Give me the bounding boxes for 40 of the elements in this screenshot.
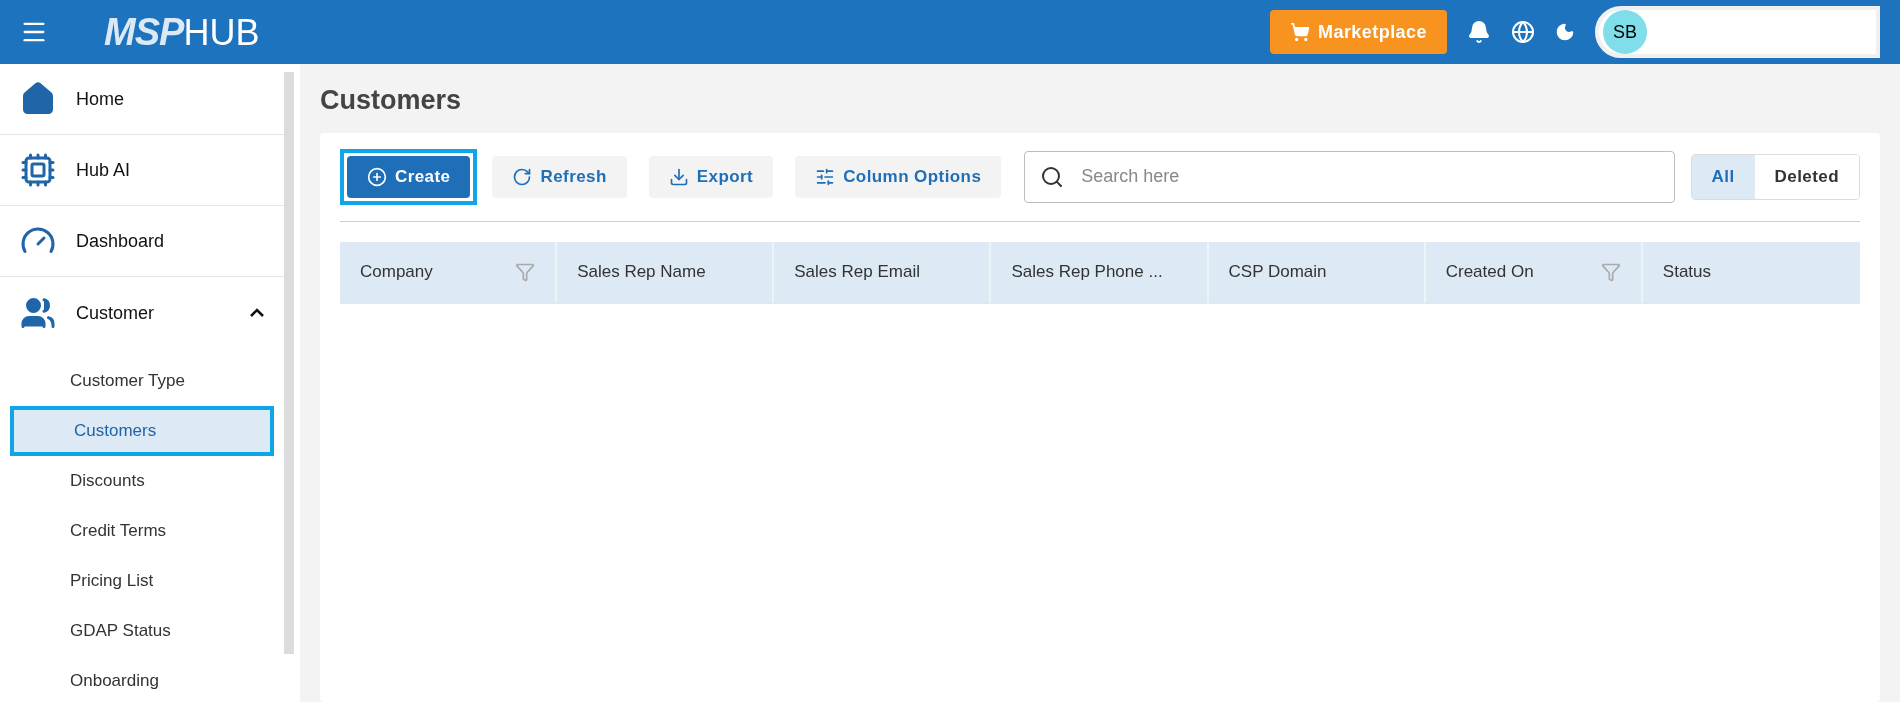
sidebar-item[interactable]: Customer bbox=[0, 277, 284, 348]
chevron-up-icon bbox=[250, 308, 264, 317]
sidebar-subitem[interactable]: Onboarding bbox=[10, 656, 274, 702]
export-button[interactable]: Export bbox=[648, 155, 774, 198]
refresh-icon bbox=[512, 166, 533, 187]
download-icon bbox=[668, 166, 689, 187]
avatar: SB bbox=[1603, 10, 1647, 54]
user-menu[interactable]: SB bbox=[1595, 6, 1880, 58]
column-header[interactable]: CSP Domain bbox=[1228, 259, 1327, 285]
column-header[interactable]: Sales Rep Email bbox=[794, 259, 920, 285]
bell-icon[interactable] bbox=[1467, 20, 1491, 44]
create-button[interactable]: Create bbox=[347, 155, 471, 198]
chip-icon bbox=[20, 152, 56, 188]
sidebar-item[interactable]: Home bbox=[0, 64, 284, 135]
column-header[interactable]: Sales Rep Phone ... bbox=[1011, 259, 1163, 285]
column-header[interactable]: Created On bbox=[1445, 259, 1534, 285]
sidebar-subitem[interactable]: Pricing List bbox=[10, 556, 274, 606]
column-options-button[interactable]: Column Options bbox=[795, 155, 1002, 198]
search-field[interactable]: Search here bbox=[1024, 150, 1675, 203]
column-header[interactable]: Status bbox=[1662, 259, 1712, 285]
sidebar-subitem[interactable]: Customer Type bbox=[10, 356, 274, 406]
filter-tab[interactable]: All bbox=[1691, 154, 1755, 199]
logo: MSPHUB bbox=[104, 13, 260, 51]
sliders-icon bbox=[815, 166, 836, 187]
sidebar-subitem[interactable]: Discounts bbox=[10, 456, 274, 506]
sidebar-subitem[interactable]: Customers bbox=[10, 406, 274, 456]
plus-icon bbox=[367, 166, 387, 187]
globe-icon[interactable] bbox=[1511, 20, 1535, 44]
sidebar-subitem[interactable]: GDAP Status bbox=[10, 606, 274, 656]
cart-icon bbox=[1290, 22, 1310, 42]
page-title: Customers bbox=[320, 84, 463, 117]
scrollbar[interactable] bbox=[284, 72, 294, 654]
sidebar-subitem[interactable]: Credit Terms bbox=[10, 506, 274, 556]
refresh-button[interactable]: Refresh bbox=[492, 155, 627, 198]
sidebar-item[interactable]: Hub AI bbox=[0, 135, 284, 206]
moon-icon[interactable] bbox=[1555, 22, 1575, 42]
column-header[interactable]: Company bbox=[360, 259, 433, 285]
home-icon bbox=[20, 81, 56, 117]
column-header[interactable]: Sales Rep Name bbox=[577, 259, 706, 285]
search-icon bbox=[1040, 164, 1065, 189]
